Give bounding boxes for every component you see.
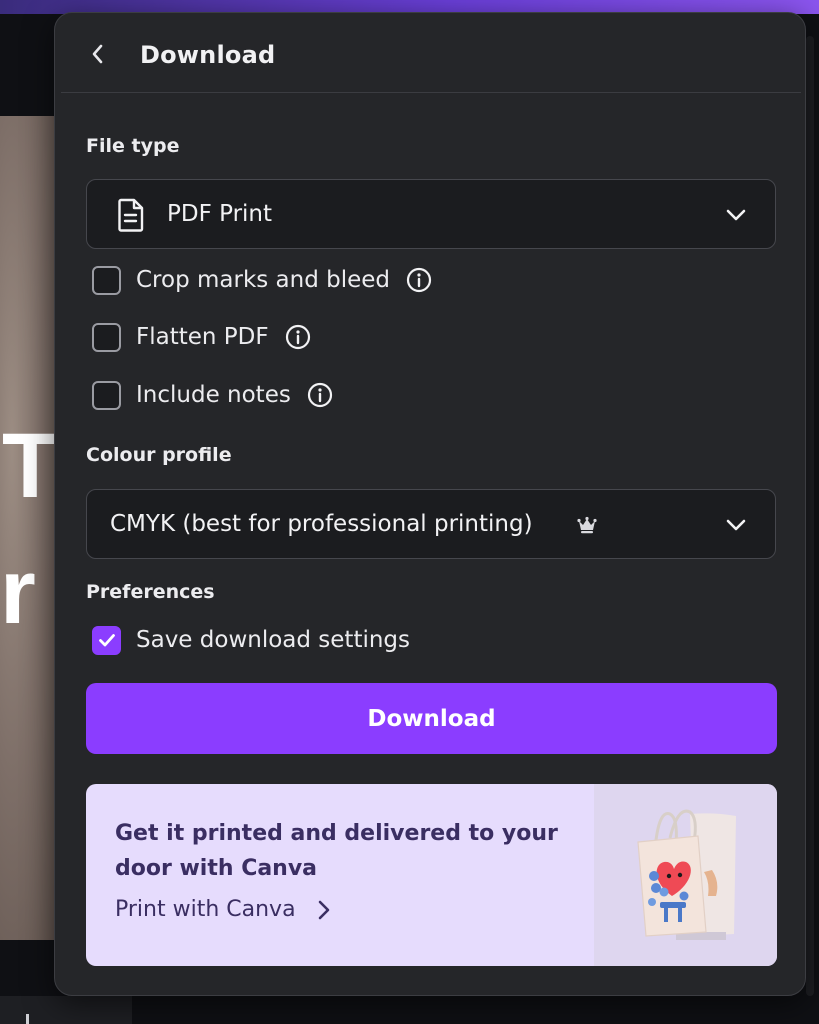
include-notes-checkbox[interactable]	[92, 380, 121, 410]
promo-link-label: Print with Canva	[115, 897, 296, 922]
page-scrollbar[interactable]	[806, 36, 814, 996]
save-settings-option[interactable]: Save download settings	[92, 624, 410, 656]
tote-bag-illustration	[594, 784, 777, 966]
panel-title: Download	[140, 41, 276, 69]
save-settings-checkbox[interactable]	[92, 625, 121, 655]
document-icon	[118, 198, 144, 232]
info-icon[interactable]	[307, 382, 333, 408]
colour-profile-label: Colour profile	[86, 444, 232, 466]
chevron-left-icon	[92, 44, 103, 64]
file-type-value: PDF Print	[167, 201, 273, 227]
file-type-label: File type	[86, 135, 180, 157]
colour-profile-select[interactable]: CMYK (best for professional printing)	[86, 489, 776, 559]
design-canvas-preview	[0, 116, 60, 940]
save-settings-label: Save download settings	[136, 627, 411, 653]
info-icon[interactable]	[285, 324, 311, 350]
canvas-text-fragment: r	[0, 541, 36, 643]
flatten-pdf-label: Flatten PDF	[136, 324, 269, 350]
preferences-label: Preferences	[86, 581, 215, 603]
flatten-pdf-checkbox[interactable]	[92, 322, 121, 352]
promo-heading: Get it printed and delivered to your doo…	[115, 821, 558, 881]
header-divider	[61, 92, 801, 93]
include-notes-label: Include notes	[136, 382, 291, 408]
download-panel: Download File type PDF Print Crop marks …	[54, 12, 806, 996]
download-button[interactable]: Download	[86, 683, 777, 754]
canvas-text-fragment: T	[2, 415, 59, 517]
crop-marks-checkbox[interactable]	[92, 265, 121, 295]
print-with-canva-link[interactable]: Print with Canva	[115, 897, 334, 922]
crown-icon	[577, 516, 597, 534]
flatten-pdf-option[interactable]: Flatten PDF	[92, 321, 311, 353]
colour-profile-value: CMYK (best for professional printing)	[110, 511, 533, 537]
back-button[interactable]	[81, 37, 115, 71]
print-promo-card[interactable]: Get it printed and delivered to your doo…	[86, 784, 777, 966]
crop-marks-option[interactable]: Crop marks and bleed	[92, 264, 432, 296]
file-type-select[interactable]: PDF Print	[86, 179, 776, 249]
chevron-right-icon	[318, 900, 329, 919]
chevron-down-icon	[726, 209, 746, 221]
include-notes-option[interactable]: Include notes	[92, 379, 333, 411]
info-icon[interactable]	[406, 267, 432, 293]
crop-marks-label: Crop marks and bleed	[136, 267, 391, 293]
toolbar-mark	[26, 1014, 29, 1024]
bottom-toolbar-tab[interactable]	[0, 996, 132, 1024]
chevron-down-icon	[726, 519, 746, 531]
tote-bag-heart-icon	[637, 809, 736, 940]
checkmark-icon	[98, 634, 115, 647]
